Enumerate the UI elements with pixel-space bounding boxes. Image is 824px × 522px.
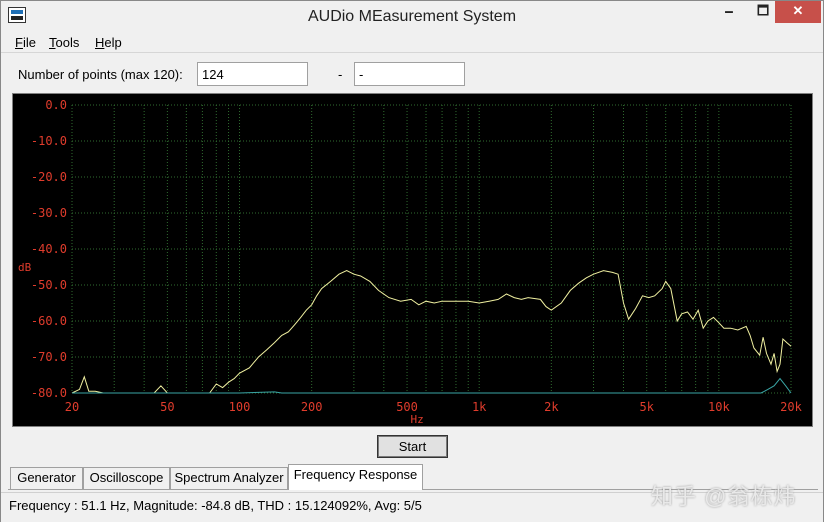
x-tick-label: 500 <box>396 400 418 414</box>
series-line-magnitude <box>71 270 792 394</box>
menu-file[interactable]: File <box>15 35 36 50</box>
tab-spectrum-analyzer[interactable]: Spectrum Analyzer <box>170 467 288 489</box>
y-tick-label: -80.0 <box>31 386 67 400</box>
y-tick-label: -50.0 <box>31 278 67 292</box>
menu-file-label: ile <box>22 35 36 50</box>
y-tick-label: -70.0 <box>31 350 67 364</box>
frequency-response-plot: 0.0 -10.0 -20.0 -30.0 -40.0 -50.0 -60.0 -70.0 -8… <box>12 93 813 427</box>
x-tick-label: 200 <box>301 400 323 414</box>
window-title: AUDio MEasurement System <box>307 8 517 25</box>
points-label: Number of points (max 120): <box>18 67 183 82</box>
y-tick-label: -10.0 <box>31 134 67 148</box>
title-bar[interactable]: AUDio MEasurement System 🗕 🗖 ✕ <box>1 1 823 32</box>
x-tick-label: 50 <box>160 400 174 414</box>
menu-tools-label: ools <box>55 35 80 50</box>
y-tick-label: -30.0 <box>31 206 67 220</box>
watermark: 知乎 @翁栋炜 <box>651 484 797 509</box>
start-button[interactable]: Start <box>377 435 448 458</box>
x-tick-label: 20 <box>65 400 79 414</box>
menu-help[interactable]: Help <box>95 35 122 50</box>
tab-generator[interactable]: Generator <box>10 467 83 489</box>
x-tick-label: 2k <box>544 400 559 414</box>
x-tick-label: 5k <box>639 400 654 414</box>
chart-svg: 0.0 -10.0 -20.0 -30.0 -40.0 -50.0 -60.0 -70.0 -8… <box>18 98 803 426</box>
range-separator: - <box>338 67 343 82</box>
tab-frequency-response[interactable]: Frequency Response <box>288 464 423 490</box>
x-tick-label: 10k <box>708 400 730 414</box>
x-tick-label: 100 <box>229 400 251 414</box>
menu-help-label: elp <box>104 35 122 50</box>
tab-oscilloscope[interactable]: Oscilloscope <box>83 467 170 489</box>
status-text: Frequency : 51.1 Hz, Magnitude: -84.8 dB… <box>9 498 422 513</box>
menu-help-mnemonic: H <box>95 35 105 50</box>
y-tick-label: -40.0 <box>31 242 67 256</box>
menu-file-mnemonic: F <box>15 35 23 50</box>
close-button[interactable]: ✕ <box>775 1 821 23</box>
menu-tools[interactable]: Tools <box>49 35 79 50</box>
app-window: AUDio MEasurement System 🗕 🗖 ✕ File Tool… <box>0 0 824 522</box>
series-line-thd <box>72 377 792 394</box>
x-tick-label: 1k <box>472 400 487 414</box>
range-end-input[interactable] <box>354 62 465 86</box>
y-tick-label: -20.0 <box>31 170 67 184</box>
y-axis-label: dB <box>18 261 32 274</box>
x-tick-label: 20k <box>780 400 802 414</box>
minimize-button[interactable]: 🗕 <box>713 1 745 23</box>
y-tick-label: -60.0 <box>31 314 67 328</box>
menu-bar: File Tools Help <box>1 32 823 53</box>
y-tick-label: 0.0 <box>45 98 67 112</box>
points-input[interactable] <box>197 62 308 86</box>
x-axis-label: Hz <box>411 413 424 426</box>
